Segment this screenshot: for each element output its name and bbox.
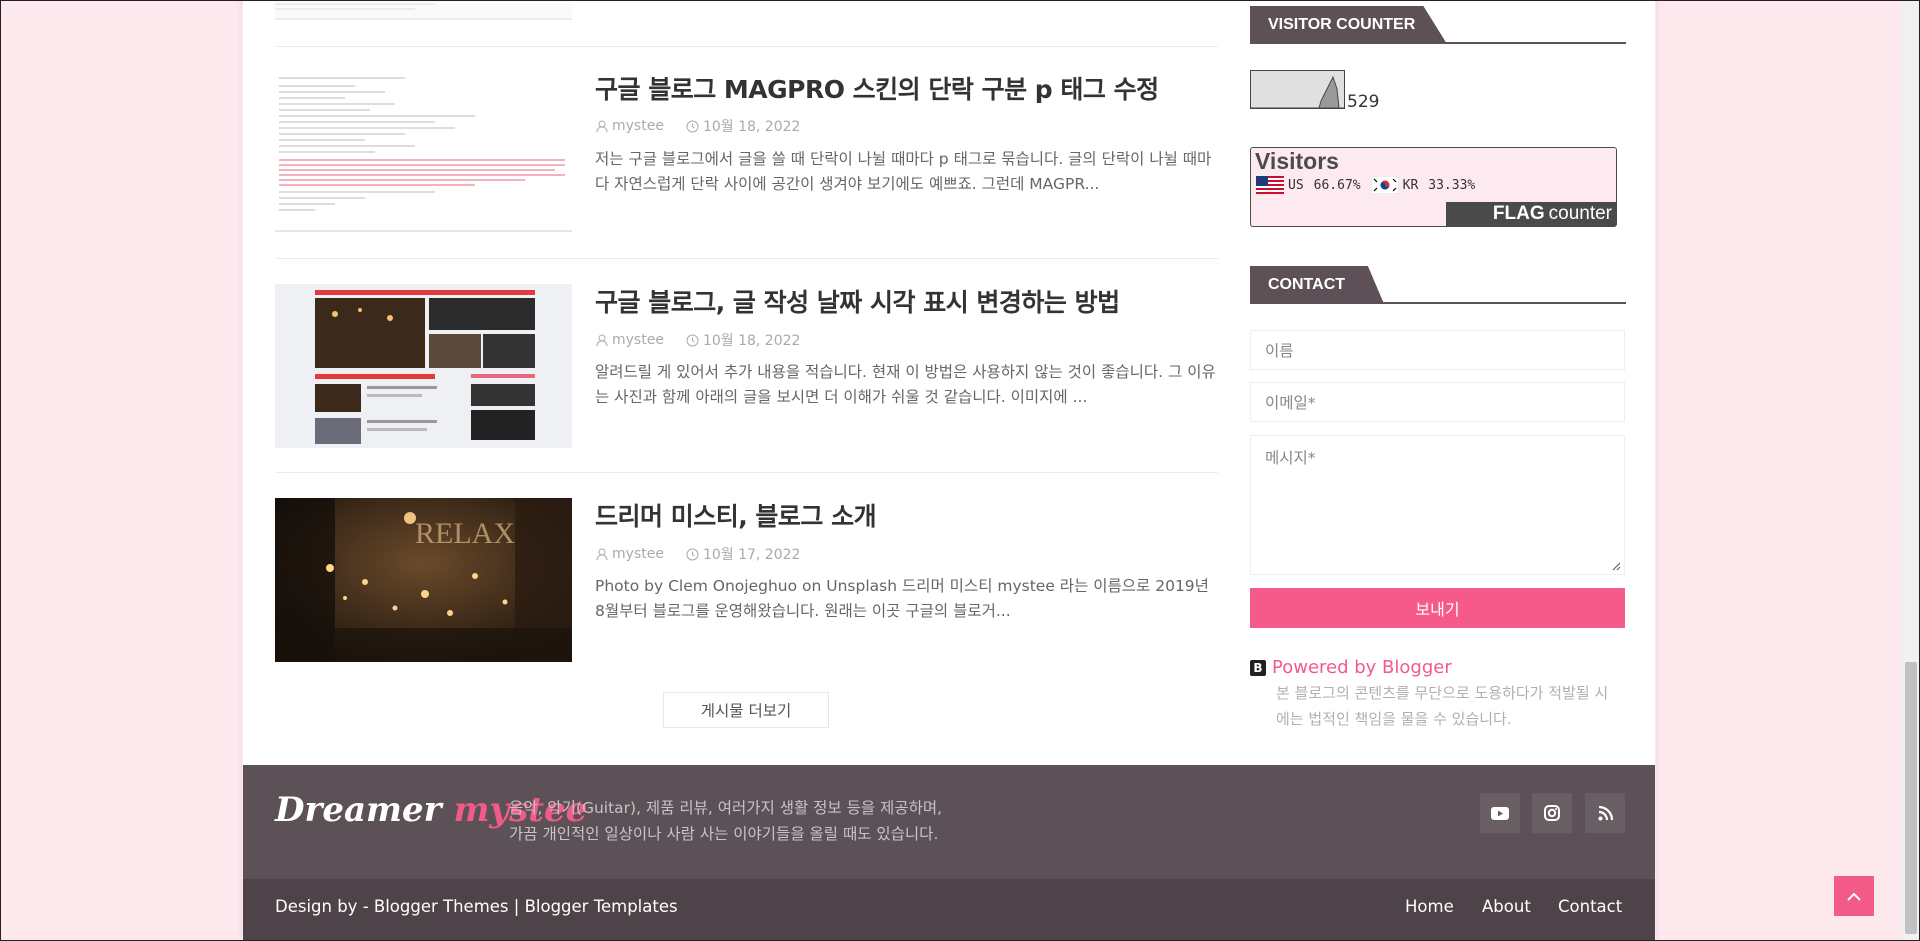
post-excerpt: 알려드릴 게 있어서 추가 내용을 적습니다. 현재 이 방법은 사용하지 않는… (595, 363, 1216, 406)
post-thumbnail-partial[interactable] (275, 0, 572, 20)
divider (275, 46, 1218, 47)
footer-desc-line: 가끔 개인적인 일상이나 사람 사는 이야기들을 올릴 때도 있습니다. (509, 825, 939, 843)
clock-icon (686, 548, 699, 560)
scrollbar-thumb[interactable] (1905, 662, 1917, 934)
kr-flag-icon (1370, 176, 1399, 194)
us-percent: 66.67% (1313, 177, 1361, 193)
post-title[interactable]: 드리머 미스티, 블로그 소개 (595, 497, 877, 533)
divider (275, 258, 1218, 259)
user-icon (596, 548, 608, 560)
visitor-count: 529 (1347, 92, 1380, 112)
post-excerpt: 저는 구글 블로그에서 글을 쓸 때 단락이 나뉠 때마다 p 태그로 묶습니다… (595, 150, 1212, 193)
post-date: 10월 18, 2022 (702, 119, 801, 135)
rss-icon (1598, 805, 1613, 820)
logo-text-white: Dreamer (275, 790, 442, 830)
powered-label[interactable]: Powered by Blogger (1272, 657, 1452, 678)
contact-header: CONTACT (1250, 266, 1626, 304)
widget-title: VISITOR COUNTER (1250, 6, 1447, 44)
name-field[interactable]: 이름 (1250, 330, 1625, 370)
post-thumbnail[interactable] (275, 284, 572, 448)
user-icon (596, 120, 608, 132)
resize-handle-icon[interactable] (1611, 561, 1621, 571)
us-code: US (1288, 177, 1304, 193)
flag-counter-row: US 66.67% KR 33.33% (1256, 176, 1475, 194)
post-excerpt: Photo by Clem Onojeghuo on Unsplash 드리머 … (595, 577, 1209, 620)
powered-by-blogger[interactable]: B Powered by Blogger (1250, 657, 1452, 678)
footer-nav-about[interactable]: About (1482, 897, 1531, 916)
footer-credit[interactable]: Design by - Blogger Themes | Blogger Tem… (275, 897, 678, 916)
clock-icon (686, 334, 699, 346)
footer-nav-contact[interactable]: Contact (1558, 897, 1622, 916)
rss-button[interactable] (1585, 793, 1625, 833)
post-meta: mystee 10월 18, 2022 (596, 330, 800, 350)
youtube-icon (1491, 806, 1509, 820)
kr-percent: 33.33% (1428, 177, 1476, 193)
badge-flag-text: FLAG (1492, 203, 1545, 224)
load-more-button[interactable]: 게시물 더보기 (663, 692, 829, 728)
post-thumbnail[interactable]: RELAX (275, 498, 572, 662)
post-author[interactable]: mystee (612, 332, 664, 348)
post-author[interactable]: mystee (612, 546, 664, 562)
footer-nav-home[interactable]: Home (1405, 897, 1454, 916)
post-title[interactable]: 구글 블로그 MAGPRO 스킨의 단락 구분 p 태그 수정 (595, 70, 1159, 106)
flag-counter-badge[interactable]: FLAG counter (1446, 202, 1616, 226)
svg-text:RELAX: RELAX (415, 517, 515, 550)
footer-description: 음악, 악기(Guitar), 제품 리뷰, 여러가지 생활 정보 등을 제공하… (509, 795, 942, 847)
post-thumbnail[interactable] (275, 72, 572, 232)
user-icon (596, 334, 608, 346)
footer-desc-line: 음악, 악기(Guitar), 제품 리뷰, 여러가지 생활 정보 등을 제공하… (509, 799, 943, 817)
kr-code: KR (1402, 177, 1419, 193)
clock-icon (686, 120, 699, 132)
email-field[interactable]: 이메일* (1250, 382, 1625, 422)
youtube-button[interactable] (1480, 793, 1520, 833)
blogger-icon: B (1250, 659, 1266, 676)
scrollbar[interactable] (1902, 0, 1920, 941)
message-field[interactable]: 메시지* (1250, 435, 1625, 575)
post-meta: mystee 10월 17, 2022 (596, 544, 800, 564)
flag-counter[interactable]: Visitors US 66.67% KR 33.33% FLAG counte… (1250, 147, 1617, 227)
copyright-note: 본 블로그의 콘텐츠를 무단으로 도용하다가 적발될 시에는 법적인 책임을 물… (1276, 684, 1609, 728)
visitor-counter-header: VISITOR COUNTER (1250, 6, 1626, 44)
flag-counter-title: Visitors (1255, 148, 1339, 174)
post-author[interactable]: mystee (612, 118, 664, 134)
visitor-graph (1250, 70, 1345, 109)
us-flag-icon (1256, 176, 1284, 194)
divider (275, 472, 1218, 473)
post-date: 10월 18, 2022 (702, 333, 801, 349)
chevron-up-icon (1847, 892, 1861, 901)
scroll-to-top-button[interactable] (1834, 876, 1874, 916)
post-title[interactable]: 구글 블로그, 글 작성 날짜 시각 표시 변경하는 방법 (595, 283, 1120, 319)
post-date: 10월 17, 2022 (702, 547, 801, 563)
badge-counter-text: counter (1548, 203, 1612, 224)
message-placeholder: 메시지* (1265, 449, 1316, 467)
instagram-icon (1544, 805, 1560, 821)
instagram-button[interactable] (1532, 793, 1572, 833)
send-button[interactable]: 보내기 (1250, 588, 1625, 628)
post-meta: mystee 10월 18, 2022 (596, 116, 800, 136)
widget-title: CONTACT (1250, 266, 1384, 304)
